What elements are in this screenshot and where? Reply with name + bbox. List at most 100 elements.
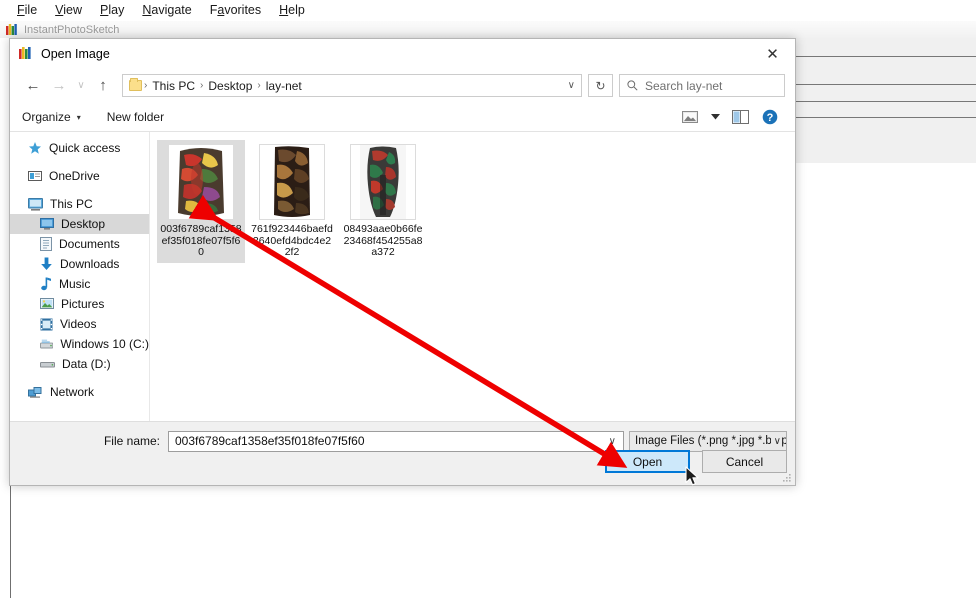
sidebar-item-documents[interactable]: Documents bbox=[10, 234, 149, 254]
search-input[interactable]: Search lay-net bbox=[619, 74, 785, 97]
organize-label: Organize bbox=[22, 110, 71, 124]
app-menubar: File View Play Navigate Favorites Help bbox=[0, 0, 976, 20]
refresh-icon[interactable]: ↻ bbox=[588, 74, 613, 97]
menu-item-navigate[interactable]: Navigate bbox=[133, 0, 200, 20]
search-placeholder: Search lay-net bbox=[645, 78, 723, 93]
svg-text:?: ? bbox=[767, 112, 774, 124]
filename-label: File name: bbox=[103, 434, 160, 448]
breadcrumb[interactable]: › This PC › Desktop › lay-net ∨ bbox=[122, 74, 582, 97]
sidebar-item-desktop[interactable]: Desktop bbox=[10, 214, 149, 234]
sidebar-item-videos[interactable]: Videos bbox=[10, 314, 149, 334]
chevron-down-icon[interactable]: ∨ bbox=[770, 435, 781, 447]
app-title: InstantPhotoSketch bbox=[24, 23, 120, 36]
file-item[interactable]: 003f6789caf1358ef35f018fe07f5f60 bbox=[157, 140, 245, 263]
sidebar-item-network[interactable]: Network bbox=[10, 382, 149, 402]
star-icon bbox=[29, 142, 41, 154]
menu-item-view[interactable]: View bbox=[46, 0, 91, 20]
dialog-title: Open Image bbox=[41, 46, 110, 61]
desktop-icon bbox=[40, 218, 54, 230]
sidebar-item-music[interactable]: Music bbox=[10, 274, 149, 294]
sidebar-item-label: Quick access bbox=[49, 141, 121, 155]
sidebar-item-label: Videos bbox=[60, 317, 97, 331]
pictures-icon bbox=[40, 298, 54, 309]
open-image-dialog: Open Image ✕ ← → ∨ ↑ › This PC › Desktop… bbox=[9, 38, 796, 486]
file-thumbnail bbox=[350, 144, 416, 220]
back-icon[interactable]: ← bbox=[20, 73, 46, 99]
dialog-command-bar: Organize ▾ New folder ? bbox=[10, 103, 795, 132]
image-thumbnail-icon bbox=[172, 145, 230, 219]
dialog-titlebar: Open Image ✕ bbox=[10, 39, 795, 68]
view-controls: ? bbox=[675, 105, 785, 129]
videos-icon bbox=[40, 318, 53, 330]
file-thumbnail bbox=[259, 144, 325, 220]
folder-icon bbox=[129, 78, 142, 91]
filename-row: File name: 003f6789caf1358ef35f018fe07f5… bbox=[10, 430, 795, 452]
new-folder-label: New folder bbox=[106, 110, 165, 124]
sidebar-item-label: OneDrive bbox=[49, 169, 100, 183]
sidebar-item-data-drive[interactable]: Data (D:) bbox=[10, 354, 149, 374]
search-icon bbox=[627, 80, 638, 91]
menu-item-play[interactable]: Play bbox=[91, 0, 133, 20]
help-icon[interactable]: ? bbox=[755, 105, 785, 129]
onedrive-icon bbox=[28, 171, 42, 181]
chevron-down-icon[interactable] bbox=[705, 105, 725, 129]
network-icon bbox=[28, 386, 42, 398]
music-icon bbox=[41, 277, 51, 291]
breadcrumb-item-lay-net[interactable]: lay-net bbox=[261, 79, 307, 93]
file-label: 08493aae0b66fe23468f454255a8a372 bbox=[343, 223, 423, 258]
file-thumbnail bbox=[168, 144, 234, 220]
sidebar-item-label: Data (D:) bbox=[62, 357, 111, 371]
sidebar-item-windows-drive[interactable]: Windows 10 (C:) bbox=[10, 334, 149, 354]
chevron-down-icon[interactable]: ∨ bbox=[568, 80, 575, 91]
preview-pane-icon[interactable] bbox=[725, 105, 755, 129]
filename-input[interactable]: 003f6789caf1358ef35f018fe07f5f60 ∨ bbox=[168, 430, 624, 452]
file-label: 761f923446baefd3640efd4bdc4e22f2 bbox=[251, 223, 333, 258]
sidebar-item-label: Pictures bbox=[61, 297, 105, 311]
filename-value: 003f6789caf1358ef35f018fe07f5f60 bbox=[175, 434, 365, 448]
resize-grip-icon[interactable] bbox=[780, 471, 792, 483]
file-list[interactable]: 003f6789caf1358ef35f018fe07f5f60 761f923… bbox=[150, 132, 795, 421]
history-dropdown-icon[interactable]: ∨ bbox=[72, 73, 90, 99]
app-icon bbox=[19, 47, 33, 60]
breadcrumb-item-this-pc[interactable]: This PC bbox=[147, 79, 200, 93]
sidebar-item-label: Windows 10 (C:) bbox=[60, 337, 149, 351]
breadcrumb-item-desktop[interactable]: Desktop bbox=[203, 79, 257, 93]
mouse-cursor bbox=[685, 466, 699, 486]
sidebar-item-label: This PC bbox=[50, 197, 93, 211]
sidebar-item-label: Music bbox=[59, 277, 91, 291]
app-logo-icon bbox=[6, 23, 17, 35]
app-titlebar: InstantPhotoSketch bbox=[0, 21, 976, 38]
menu-item-file[interactable]: File bbox=[8, 0, 46, 20]
sidebar-item-label: Desktop bbox=[61, 217, 106, 231]
file-type-filter-value: Image Files (*.png *.jpg *.bmp bbox=[635, 435, 787, 447]
menu-item-help[interactable]: Help bbox=[270, 0, 314, 20]
menu-item-favorites[interactable]: Favorites bbox=[201, 0, 270, 20]
new-folder-button[interactable]: New folder bbox=[107, 110, 164, 124]
sidebar-item-quick-access[interactable]: Quick access bbox=[10, 138, 149, 158]
file-type-filter-select[interactable]: Image Files (*.png *.jpg *.bmp ∨ bbox=[629, 430, 787, 452]
chevron-down-icon[interactable]: ∨ bbox=[609, 436, 616, 447]
forward-icon[interactable]: → bbox=[46, 73, 72, 99]
sidebar-item-pictures[interactable]: Pictures bbox=[10, 294, 149, 314]
open-button[interactable]: Open bbox=[605, 450, 690, 473]
documents-icon bbox=[40, 237, 52, 251]
sidebar-item-this-pc[interactable]: This PC bbox=[10, 194, 149, 214]
image-thumbnail-icon bbox=[360, 145, 406, 219]
file-item[interactable]: 761f923446baefd3640efd4bdc4e22f2 bbox=[248, 140, 336, 263]
drive-icon bbox=[40, 362, 55, 368]
image-thumbnail-icon bbox=[269, 145, 315, 219]
chevron-down-icon: ▾ bbox=[76, 112, 81, 122]
organize-button[interactable]: Organize ▾ bbox=[22, 110, 81, 124]
sidebar-item-onedrive[interactable]: OneDrive bbox=[10, 166, 149, 186]
file-label: 003f6789caf1358ef35f018fe07f5f60 bbox=[160, 223, 242, 258]
dialog-navigation-bar: ← → ∨ ↑ › This PC › Desktop › lay-net ∨ … bbox=[10, 68, 795, 103]
up-icon[interactable]: ↑ bbox=[90, 73, 116, 99]
downloads-icon bbox=[41, 257, 52, 270]
cancel-button[interactable]: Cancel bbox=[702, 450, 787, 473]
file-item[interactable]: 08493aae0b66fe23468f454255a8a372 bbox=[339, 140, 427, 263]
dialog-footer: File name: 003f6789caf1358ef35f018fe07f5… bbox=[10, 421, 795, 485]
sidebar-item-downloads[interactable]: Downloads bbox=[10, 254, 149, 274]
view-options-icon[interactable] bbox=[675, 105, 705, 129]
screen: InstantPhotoSketch File View Play Naviga… bbox=[0, 0, 976, 598]
close-icon[interactable]: ✕ bbox=[750, 39, 795, 68]
